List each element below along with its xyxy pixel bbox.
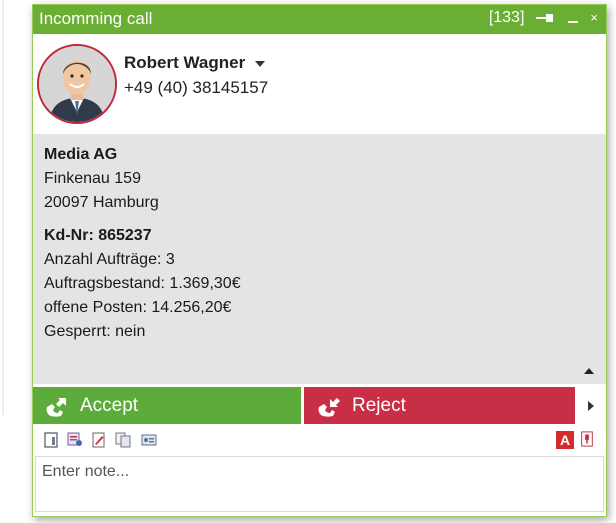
blocked-status: Gesperrt: nein [44, 323, 146, 340]
caller-header: Robert Wagner +49 (40) 38145157 [33, 34, 606, 134]
minimize-icon[interactable] [568, 12, 579, 24]
call-actions: Accept Reject [33, 387, 606, 424]
note-toolbar: A [33, 425, 606, 455]
customer-info-panel: Media AG Finkenau 159 20097 Hamburg Kd-N… [33, 134, 606, 384]
title-controls: [133] × [489, 9, 598, 27]
phone-accept-icon [46, 397, 66, 417]
note-pin-icon[interactable] [579, 431, 595, 447]
text-format-icon[interactable]: A [556, 431, 574, 449]
order-backlog: Auftragsbestand: 1.369,30€ [44, 275, 241, 292]
window-title: Incomming call [39, 9, 153, 28]
scroll-up-icon[interactable] [584, 368, 594, 374]
close-icon[interactable]: × [590, 11, 598, 24]
id-card-icon[interactable] [141, 432, 157, 448]
company-street: Finkenau 159 [44, 170, 141, 187]
more-actions-button[interactable] [575, 387, 606, 424]
edit-document-icon[interactable] [91, 432, 107, 448]
avatar [37, 44, 117, 124]
order-count: Anzahl Aufträge: 3 [44, 251, 175, 268]
copy-documents-icon[interactable] [115, 432, 131, 448]
text-format-letter: A [559, 432, 571, 448]
caller-phone: +49 (40) 38145157 [124, 78, 269, 97]
reject-button[interactable]: Reject [304, 387, 575, 424]
phone-reject-icon [318, 397, 340, 417]
side-divider [0, 0, 6, 415]
company-city: 20097 Hamburg [44, 194, 159, 211]
person-list-icon[interactable] [67, 432, 83, 448]
caller-name-row[interactable]: Robert Wagner [124, 53, 266, 73]
reject-label: Reject [352, 394, 406, 416]
pin-icon[interactable] [536, 12, 556, 24]
chevron-down-icon[interactable] [255, 61, 266, 67]
call-count: [133] [488, 9, 525, 26]
company-name: Media AG [44, 146, 118, 163]
title-bar[interactable]: Incomming call [133] × [33, 5, 606, 34]
note-input[interactable] [35, 456, 604, 512]
customer-number: Kd-Nr: 865237 [44, 227, 152, 244]
caller-name: Robert Wagner [124, 53, 246, 72]
accept-button[interactable]: Accept [33, 387, 301, 424]
accept-label: Accept [80, 394, 139, 416]
open-items: offene Posten: 14.256,20€ [44, 299, 232, 316]
avatar-photo [39, 46, 115, 122]
contact-card-icon[interactable] [43, 432, 59, 448]
incoming-call-window: Incomming call [133] × Robert Wagner +49… [32, 4, 607, 517]
chevron-right-icon [587, 400, 594, 411]
